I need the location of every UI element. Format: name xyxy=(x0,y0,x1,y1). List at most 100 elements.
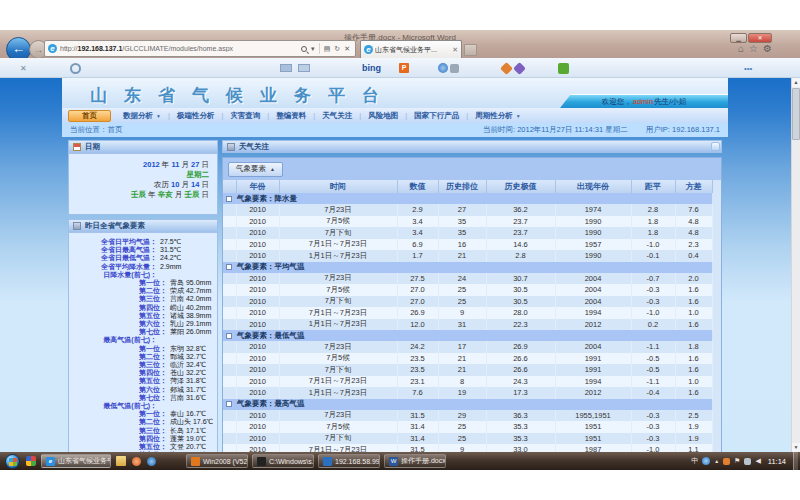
tab-close-icon[interactable]: ✕ xyxy=(452,46,458,54)
breadcrumb-bar: 当前位置：首页 当前时间: 2012年11月27日 11:14:31 星期二 用… xyxy=(62,123,728,137)
site-banner: 山东省气候业务平台 欢迎您，admin 先生/小姐 xyxy=(62,78,728,108)
table-row: 20107月1日～7月23日26.9928.01994-1.01.0 xyxy=(223,307,712,319)
minimize-button[interactable]: ▁ xyxy=(730,33,747,43)
taskbar-ie-button[interactable]: e山东省气候业务平... xyxy=(41,454,111,468)
favorites-star-icon[interactable]: ☆ xyxy=(749,43,758,54)
weather-panel-icon xyxy=(73,222,81,230)
group-checkbox[interactable] xyxy=(226,264,232,270)
toolbar-puzzle-icon[interactable] xyxy=(558,58,569,78)
mail-icon[interactable] xyxy=(280,58,292,78)
menu-item-7[interactable]: 风险地图 xyxy=(361,111,405,121)
media-app-icon[interactable] xyxy=(132,457,141,466)
new-tab-button[interactable] xyxy=(464,44,477,56)
menu-item-5[interactable]: 整编资料 xyxy=(269,111,313,121)
menu-item-6[interactable]: 天气关注 xyxy=(315,111,359,121)
tools-gear-icon[interactable]: ⚙ xyxy=(763,43,772,54)
taskbar-window-button[interactable]: 192.168.58.99... xyxy=(318,454,380,468)
taskbar-window-button[interactable]: W操作手册.docx ... xyxy=(384,454,446,468)
table-row: 20107月23日27.52430.72004-0.72.0 xyxy=(223,273,712,285)
main-panel-title: 天气关注 xyxy=(239,142,269,152)
system-tray: 中 ▲ ⚑ ◀ 11:14 xyxy=(691,456,789,466)
weather-panel-title: 昨日全省气象要素 xyxy=(85,221,145,231)
scroll-down-icon[interactable]: ▼ xyxy=(792,443,800,452)
pinned-app-icon[interactable] xyxy=(26,456,36,466)
weather-stat-line: 全省日平均气温：27.5℃ xyxy=(69,238,217,246)
toolbar-close-icon[interactable]: ✕ xyxy=(20,58,27,78)
weather-stat-line: 最低气温(前七)： xyxy=(69,402,217,410)
refresh-icon[interactable]: ↻ xyxy=(334,45,340,53)
column-header: 距平 xyxy=(631,180,675,193)
column-header: 历史极值 xyxy=(486,180,555,193)
table-row: 20101月1日～7月23日1.7212.81990-0.10.4 xyxy=(223,250,712,262)
table-row: 20107月1日～7月23日31.5933.01987-1.01.1 xyxy=(223,444,712,452)
ime-indicator[interactable]: 中 xyxy=(691,456,698,466)
menu-item-8[interactable]: 国家下行产品 xyxy=(407,111,466,121)
table-row: 20107月下旬3.43523.719901.84.8 xyxy=(223,227,712,239)
taskbar-clock: 11:14 xyxy=(768,457,786,466)
weather-stat-line: 第二位：鄄城 32.7℃ xyxy=(69,353,217,361)
weather-stat-line: 第六位：郯城 31.7℃ xyxy=(69,386,217,394)
home-icon[interactable]: ⌂ xyxy=(738,43,744,54)
toolbar-media-icon[interactable] xyxy=(438,58,459,78)
group-checkbox[interactable] xyxy=(226,333,232,339)
table-row: 20107月下旬27.02530.52004-0.31.6 xyxy=(223,296,712,308)
toolbar-more-icon[interactable]: ••• xyxy=(744,58,752,78)
player-app-icon[interactable] xyxy=(147,457,156,466)
taskbar-window-button[interactable]: Win2008 (V52... xyxy=(186,454,248,468)
printer-icon[interactable] xyxy=(298,58,310,78)
group-row: 气象要素：平均气温 xyxy=(223,262,712,273)
menu-item-2[interactable]: 数据分析▼ xyxy=(116,111,168,121)
toolbar-swirl-icon[interactable] xyxy=(70,58,81,78)
search-icon[interactable] xyxy=(301,46,307,52)
weather-stat-line: 日降水量(前七)： xyxy=(69,271,217,279)
scroll-thumb[interactable] xyxy=(792,88,800,140)
status-time: 当前时间: 2012年11月27日 11:14:31 星期二 xyxy=(483,125,628,135)
date-line: 农历 10 月 14 日 xyxy=(69,180,209,190)
element-filter-button[interactable]: 气象要素▲ xyxy=(228,162,283,177)
network-globe-icon[interactable] xyxy=(702,457,710,465)
tray-app-icon[interactable] xyxy=(723,458,730,465)
autocomplete-dropdown-icon[interactable]: ▾ xyxy=(311,45,315,53)
url-text: http://192.168.137.1/GLCCLIMATE/modules/… xyxy=(60,45,301,52)
group-row: 气象要素：最高气温 xyxy=(223,399,712,410)
taskbar-window-button[interactable]: C:\Windows\s... xyxy=(252,454,314,468)
browser-tab[interactable]: e 山东省气候业务平... ✕ xyxy=(360,40,462,58)
scroll-up-icon[interactable]: ▲ xyxy=(792,78,800,87)
weather-stat-line: 全省平均降水量：2.9mm xyxy=(69,263,217,271)
toolbar-paw-icon[interactable] xyxy=(502,58,524,78)
date-panel: 日期 2012 年 11 月 27 日星期二农历 10 月 14 日壬辰 年 辛… xyxy=(68,140,218,215)
menu-item-4[interactable]: 灾害查询 xyxy=(223,111,267,121)
tray-display-icon[interactable] xyxy=(744,458,751,465)
menu-item-1[interactable]: 首页 xyxy=(68,110,111,122)
window-controls: ▁ ✕ xyxy=(729,33,772,43)
close-button[interactable]: ✕ xyxy=(748,33,772,43)
table-row: 20107月5候3.43523.719901.84.8 xyxy=(223,216,712,228)
weather-stat-line: 第一位：东明 32.8℃ xyxy=(69,345,217,353)
page-scrollbar[interactable]: ▲ ▼ xyxy=(791,78,800,452)
menu-item-3[interactable]: 极端性分析 xyxy=(170,111,222,121)
tray-expand-icon[interactable]: ▲ xyxy=(714,458,719,464)
volume-icon[interactable]: ◀ xyxy=(755,457,760,465)
weather-stat-line: 全省日最高气温：31.5℃ xyxy=(69,246,217,254)
table-row: 20101月1日～7月23日12.03122.320120.21.6 xyxy=(223,319,712,331)
weather-stat-line: 第三位：长岛 17.1℃ xyxy=(69,427,217,435)
menu-item-9[interactable]: 周期性分析▼ xyxy=(468,111,527,121)
table-toolbar: 气象要素▲ xyxy=(223,158,721,180)
bing-logo[interactable]: bing xyxy=(362,58,381,78)
group-checkbox[interactable] xyxy=(226,401,232,407)
weather-stat-line: 第三位：临沂 32.4℃ xyxy=(69,361,217,369)
bing-p-icon[interactable]: P xyxy=(396,58,409,78)
flag-icon[interactable]: ⚑ xyxy=(734,457,740,465)
date-line: 壬辰 年 辛亥 月 壬辰 日 xyxy=(69,190,209,200)
start-button[interactable] xyxy=(5,454,20,469)
compatibility-icon[interactable]: ▤ xyxy=(324,45,331,53)
calendar-icon xyxy=(73,143,81,151)
stop-icon[interactable]: ✕ xyxy=(344,45,350,53)
weather-stat-line: 第五位：菏泽 31.8℃ xyxy=(69,377,217,385)
address-bar[interactable]: e http://192.168.137.1/GLCCLIMATE/module… xyxy=(44,40,356,57)
show-desktop-button[interactable] xyxy=(793,452,798,470)
table-row: 20107月23日24.21726.92004-1.11.8 xyxy=(223,341,712,353)
explorer-folder-icon[interactable] xyxy=(116,456,126,466)
group-checkbox[interactable] xyxy=(226,196,232,202)
panel-collapse-button[interactable] xyxy=(711,142,720,151)
